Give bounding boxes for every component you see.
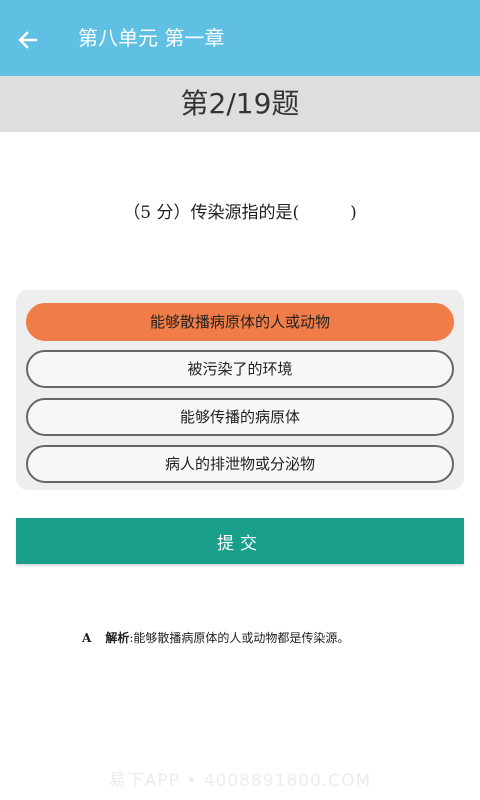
options-panel: 能够散播病原体的人或动物 被污染了的环境 能够传播的病原体 病人的排泄物或分泌物 (16, 290, 464, 490)
page-title: 第八单元 第一章 (78, 26, 225, 50)
back-button[interactable] (14, 26, 42, 54)
question-counter: 第2/19题 (0, 76, 480, 132)
analysis-text: 能够散播病原体的人或动物都是传染源。 (133, 631, 350, 645)
arrow-left-icon (18, 31, 38, 49)
option-a[interactable]: 能够散播病原体的人或动物 (26, 303, 454, 341)
answer-letter: A (82, 631, 92, 645)
app-bar: 第八单元 第一章 (0, 0, 480, 76)
submit-button[interactable]: 提交 (16, 518, 464, 564)
option-c[interactable]: 能够传播的病原体 (26, 398, 454, 436)
option-b[interactable]: 被污染了的环境 (26, 350, 454, 388)
watermark: 易下APP • 4008891800.COM (108, 771, 372, 791)
option-d[interactable]: 病人的排泄物或分泌物 (26, 445, 454, 483)
analysis: A 解析:能够散播病原体的人或动物都是传染源。 (82, 629, 349, 646)
analysis-label: 解析 (105, 631, 130, 645)
question-text: （5 分）传染源指的是( ) (123, 203, 357, 223)
